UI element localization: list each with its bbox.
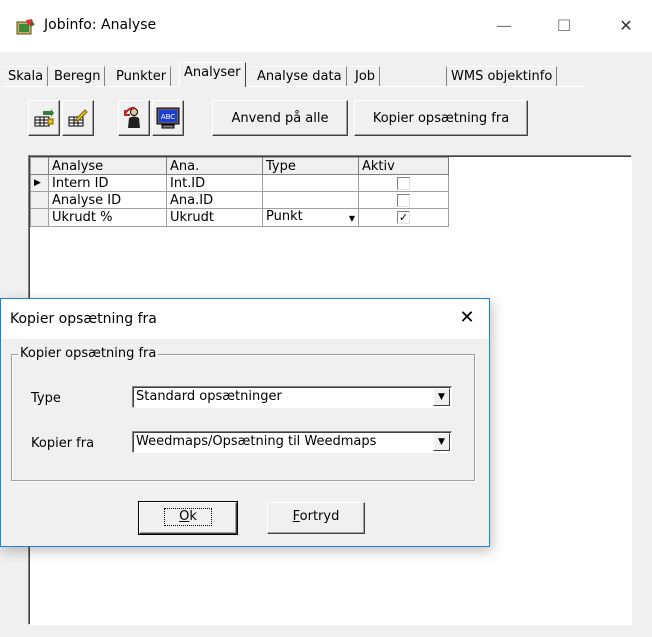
col-header-analyse[interactable]: Analyse (48, 157, 167, 175)
tab-job[interactable]: Job (351, 66, 381, 86)
tab-strip: Skala Beregn Punkter Analyser Analyse da… (0, 62, 652, 87)
current-row-indicator-icon: ▶ (30, 174, 49, 192)
tab-analyser[interactable]: Analyser (179, 62, 246, 87)
row-indicator (30, 191, 49, 209)
tab-wms-objektinfo[interactable]: WMS objektinfo (446, 66, 558, 86)
grid-header-row: Analyse Ana. Type Aktiv (30, 157, 449, 175)
cell-aktiv[interactable] (358, 174, 449, 192)
window-title: Jobinfo: Analyse (44, 17, 157, 33)
chevron-down-icon[interactable]: ▼ (433, 433, 450, 451)
grid-corner (30, 157, 49, 175)
cell-analyse[interactable]: Analyse ID (48, 191, 167, 209)
add-grid-button[interactable] (28, 100, 60, 136)
group-label: Kopier opsætning fra (18, 346, 159, 361)
svg-text:ABC: ABC (161, 113, 175, 121)
dialog-titlebar: Kopier opsætning fra ✕ (1, 299, 489, 339)
tab-punkter[interactable]: Punkter (112, 66, 172, 86)
col-header-ana[interactable]: Ana. (166, 157, 263, 175)
edit-grid-icon (67, 108, 89, 128)
cancel-button-label: Fortryd (292, 509, 340, 524)
app-icon (16, 18, 36, 36)
type-select-value: Standard opsætninger (136, 389, 282, 404)
cell-aktiv[interactable]: ✓ (358, 208, 449, 227)
monitor-abc-icon: ABC (156, 107, 180, 129)
type-label: Type (31, 391, 61, 406)
type-select[interactable]: Standard opsætninger ▼ (132, 386, 452, 408)
ok-button[interactable]: Ok (138, 501, 238, 535)
window-titlebar: Jobinfo: Analyse — ☐ ✕ (0, 0, 652, 52)
copy-setup-button[interactable]: Kopier opsætning fra (354, 100, 528, 136)
edit-grid-button[interactable] (62, 100, 94, 136)
user-import-icon (123, 106, 145, 130)
col-header-aktiv[interactable]: Aktiv (358, 157, 449, 175)
monitor-abc-button[interactable]: ABC (152, 100, 184, 136)
tab-skala[interactable]: Skala (4, 66, 49, 86)
cell-analyse[interactable]: Intern ID (48, 174, 167, 192)
copy-from-select[interactable]: Weedmaps/Opsætning til Weedmaps ▼ (132, 431, 452, 453)
table-row[interactable]: Analyse ID Ana.ID (30, 191, 449, 209)
cancel-button[interactable]: Fortryd (267, 502, 365, 534)
aktiv-checkbox[interactable] (397, 176, 410, 190)
aktiv-checkbox[interactable] (397, 193, 410, 207)
copy-from-select-value: Weedmaps/Opsætning til Weedmaps (136, 434, 377, 449)
user-import-button[interactable] (118, 100, 150, 136)
tab-panel-border (2, 86, 584, 87)
dialog-close-icon[interactable]: ✕ (455, 306, 479, 330)
row-indicator (30, 208, 49, 227)
copy-from-label: Kopier fra (31, 436, 95, 451)
cell-ana[interactable]: Ukrudt (166, 208, 263, 227)
cell-analyse[interactable]: Ukrudt % (48, 208, 167, 227)
cell-ana[interactable]: Int.ID (166, 174, 263, 192)
cell-type[interactable] (262, 174, 359, 192)
minimize-icon[interactable]: — (492, 14, 516, 38)
close-icon[interactable]: ✕ (614, 14, 638, 38)
tab-analyse-data[interactable]: Analyse data (253, 66, 347, 86)
cell-type[interactable] (262, 191, 359, 209)
add-grid-icon (33, 108, 55, 128)
apply-all-button[interactable]: Anvend på alle (212, 100, 348, 136)
ok-button-label: Ok (164, 508, 212, 526)
cell-type-dropdown[interactable]: Punkt ▼ (262, 208, 359, 227)
dropdown-arrow-icon[interactable]: ▼ (349, 211, 355, 226)
tab-beregn[interactable]: Beregn (50, 66, 106, 86)
maximize-icon[interactable]: ☐ (552, 14, 576, 38)
type-value: Punkt (266, 209, 303, 225)
chevron-down-icon[interactable]: ▼ (433, 388, 450, 406)
col-header-type[interactable]: Type (262, 157, 359, 175)
cell-aktiv[interactable] (358, 191, 449, 209)
copy-setup-dialog: Kopier opsætning fra ✕ Kopier opsætning … (0, 298, 490, 547)
copy-setup-group: Kopier opsætning fra (11, 346, 475, 481)
table-row[interactable]: ▶ Intern ID Int.ID (30, 174, 449, 192)
cell-ana[interactable]: Ana.ID (166, 191, 263, 209)
aktiv-checkbox-checked[interactable]: ✓ (397, 211, 410, 224)
table-row[interactable]: Ukrudt % Ukrudt Punkt ▼ ✓ (30, 208, 449, 227)
dialog-title: Kopier opsætning fra (10, 311, 157, 327)
